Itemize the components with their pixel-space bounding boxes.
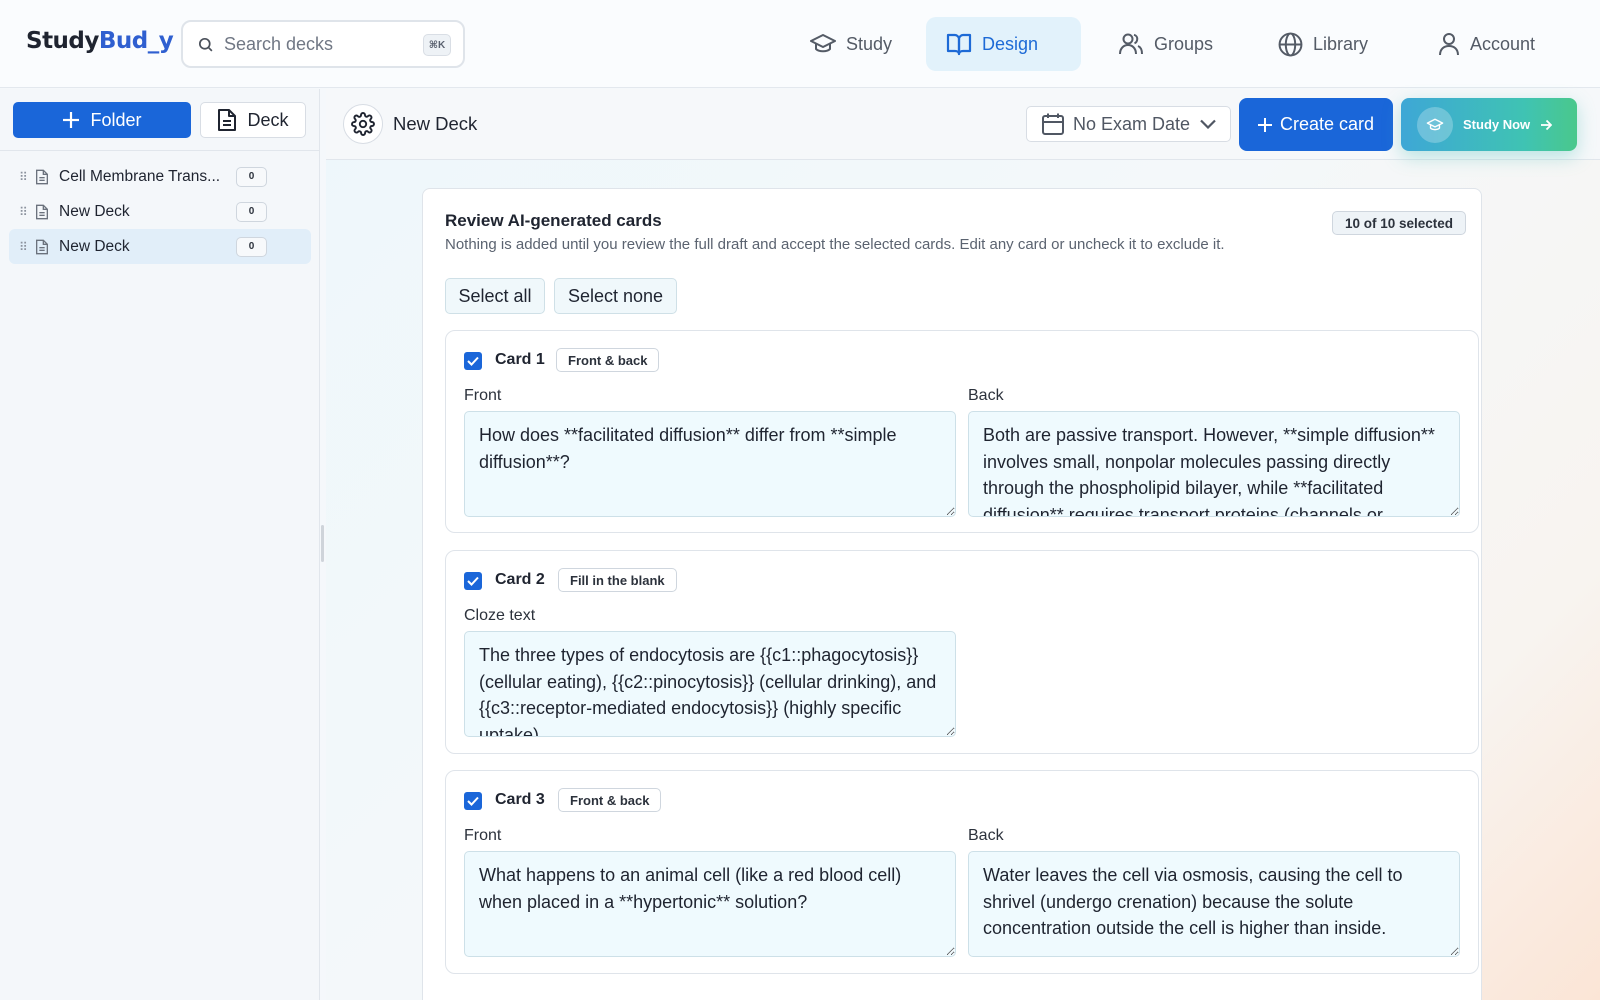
- nav-study-label: Study: [846, 33, 893, 54]
- review-panel: Review AI-generated cards Nothing is add…: [422, 188, 1482, 1000]
- nav-account-label: Account: [1470, 33, 1536, 54]
- search-icon: [198, 37, 213, 51]
- sidebar: Folder Deck ⠿ Cell Membrane Trans... 0 ⠿…: [0, 89, 320, 1000]
- checkmark-icon: [467, 576, 479, 586]
- sidebar-deck-item[interactable]: ⠿ New Deck 0: [9, 194, 311, 229]
- study-circle: [1417, 106, 1453, 143]
- review-card: Card 1 Front & back Front Back How does …: [445, 330, 1479, 533]
- logo-text-buddy: Bud_y: [98, 28, 174, 54]
- review-subtitle: Nothing is added until you review the fu…: [445, 236, 1225, 253]
- checkmark-icon: [467, 356, 479, 366]
- exam-date-dropdown[interactable]: No Exam Date: [1026, 106, 1231, 142]
- plus-icon: [1257, 117, 1272, 132]
- nav-study[interactable]: Study: [790, 17, 912, 71]
- card-front-textarea[interactable]: What happens to an animal cell (like a r…: [464, 851, 956, 957]
- exam-date-label: No Exam Date: [1073, 113, 1191, 134]
- review-card: Card 3 Front & back Front Back What happ…: [445, 770, 1479, 974]
- cloze-label: Cloze text: [464, 607, 536, 624]
- review-card: Card 2 Fill in the blank Cloze text The …: [445, 550, 1479, 754]
- graduation-cap-icon: [810, 34, 836, 53]
- review-title: Review AI-generated cards: [445, 211, 662, 230]
- document-icon: [36, 169, 48, 184]
- sidebar-header: Folder Deck: [0, 89, 319, 151]
- nav-account[interactable]: Account: [1418, 17, 1555, 71]
- card-front-textarea[interactable]: How does **facilitated diffusion** diffe…: [464, 411, 956, 517]
- nav-design[interactable]: Design: [926, 17, 1081, 71]
- card-checkbox[interactable]: [464, 352, 482, 370]
- study-now-label: Study Now: [1463, 117, 1531, 132]
- deck-name: New Deck: [59, 237, 130, 255]
- create-card-button[interactable]: Create card: [1239, 98, 1393, 151]
- add-deck-label: Deck: [247, 109, 289, 130]
- card-type-badge: Front & back: [556, 348, 660, 372]
- search-box[interactable]: Search decks ⌘K: [181, 20, 465, 68]
- card-type-badge: Front & back: [558, 788, 662, 812]
- drag-handle-icon[interactable]: ⠿: [19, 240, 31, 254]
- drag-handle-icon[interactable]: ⠿: [19, 205, 31, 219]
- chevron-down-icon: [1200, 119, 1216, 129]
- user-icon: [1439, 33, 1459, 56]
- document-icon: [36, 204, 48, 219]
- logo-text-study: Study: [26, 28, 99, 54]
- deck-card-count: 0: [236, 201, 267, 222]
- add-folder-label: Folder: [90, 109, 142, 130]
- front-label: Front: [464, 827, 502, 844]
- selected-count-badge: 10 of 10 selected: [1332, 211, 1466, 235]
- checkmark-icon: [467, 796, 479, 806]
- nav-groups-label: Groups: [1154, 33, 1214, 54]
- document-icon: [36, 239, 48, 254]
- sidebar-deck-item-selected[interactable]: ⠿ New Deck 0: [9, 229, 311, 264]
- sidebar-resize-handle[interactable]: [321, 525, 324, 562]
- top-navigation-bar: StudyBud_y Search decks ⌘K Study Design …: [0, 0, 1600, 88]
- calendar-icon: [1042, 113, 1064, 135]
- nav-library[interactable]: Library: [1258, 17, 1388, 71]
- open-book-icon: [946, 33, 972, 56]
- deck-toolbar: New Deck No Exam Date Create card Study …: [326, 89, 1600, 160]
- select-none-button[interactable]: Select none: [554, 278, 677, 314]
- document-icon: [218, 109, 237, 131]
- create-card-label: Create card: [1279, 114, 1375, 134]
- add-deck-button[interactable]: Deck: [200, 102, 306, 138]
- back-label: Back: [968, 827, 1004, 844]
- gear-icon: [351, 112, 375, 136]
- card-back-textarea[interactable]: Both are passive transport. However, **s…: [968, 411, 1460, 517]
- graduation-cap-icon: [1426, 118, 1444, 130]
- deck-name: New Deck: [59, 202, 130, 220]
- deck-name: Cell Membrane Trans...: [59, 167, 221, 185]
- deck-title[interactable]: New Deck: [393, 113, 477, 135]
- card-checkbox[interactable]: [464, 572, 482, 590]
- deck-card-count: 0: [236, 166, 267, 187]
- users-icon: [1119, 33, 1143, 55]
- card-title: Card 2: [495, 571, 545, 588]
- card-cloze-textarea[interactable]: The three types of endocytosis are {{c1:…: [464, 631, 956, 737]
- deck-settings-button[interactable]: [343, 104, 383, 144]
- sidebar-deck-item[interactable]: ⠿ Cell Membrane Trans... 0: [9, 159, 311, 194]
- globe-icon: [1278, 32, 1303, 56]
- drag-handle-icon[interactable]: ⠿: [19, 170, 31, 184]
- add-folder-button[interactable]: Folder: [13, 102, 191, 138]
- app-logo[interactable]: StudyBud_y: [26, 28, 174, 54]
- front-label: Front: [464, 387, 502, 404]
- card-type-badge: Fill in the blank: [558, 568, 677, 592]
- nav-design-label: Design: [982, 33, 1039, 54]
- card-title: Card 1: [495, 351, 545, 368]
- main-content: New Deck No Exam Date Create card Study …: [326, 89, 1600, 1000]
- search-input[interactable]: Search decks: [224, 34, 333, 55]
- back-label: Back: [968, 387, 1004, 404]
- nav-library-label: Library: [1313, 33, 1369, 54]
- card-title: Card 3: [495, 791, 545, 808]
- nav-groups[interactable]: Groups: [1098, 17, 1233, 71]
- select-all-button[interactable]: Select all: [445, 278, 545, 314]
- deck-card-count: 0: [236, 236, 267, 257]
- plus-icon: [63, 112, 80, 128]
- card-back-textarea[interactable]: Water leaves the cell via osmosis, causi…: [968, 851, 1460, 957]
- study-now-button[interactable]: Study Now: [1401, 98, 1577, 151]
- arrow-right-icon: [1541, 119, 1553, 130]
- card-checkbox[interactable]: [464, 792, 482, 810]
- search-shortcut-badge: ⌘K: [423, 34, 451, 56]
